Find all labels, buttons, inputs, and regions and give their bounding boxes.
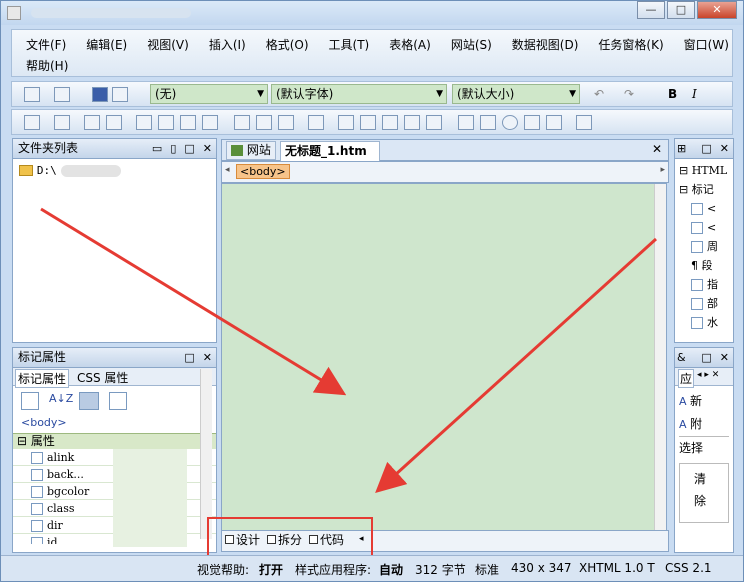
style-app-value[interactable]: 自动 xyxy=(379,561,403,578)
doc-size: 312 字节 xyxy=(415,563,466,577)
visual-aid-label: 视觉帮助: xyxy=(197,563,250,577)
css-version[interactable]: CSS 2.1 xyxy=(665,561,712,575)
arrow-to-view-bar xyxy=(375,237,658,494)
canvas-dimensions[interactable]: 430 x 347 xyxy=(511,561,572,575)
annotation-arrows xyxy=(40,207,658,494)
style-app-label: 样式应用程序: xyxy=(295,563,372,577)
visual-aid-value[interactable]: 打开 xyxy=(259,561,283,578)
arrow-to-canvas xyxy=(40,207,347,396)
render-mode[interactable]: 标准 xyxy=(475,561,499,578)
doctype[interactable]: XHTML 1.0 T xyxy=(579,561,655,575)
app-window: — □ ✕ 文件(F) 编辑(E) 视图(V) 插入(I) 格式(O) 工具(T… xyxy=(0,0,744,582)
status-bar: 视觉帮助: 打开 样式应用程序: 自动 312 字节 标准 430 x 347 … xyxy=(1,555,743,581)
